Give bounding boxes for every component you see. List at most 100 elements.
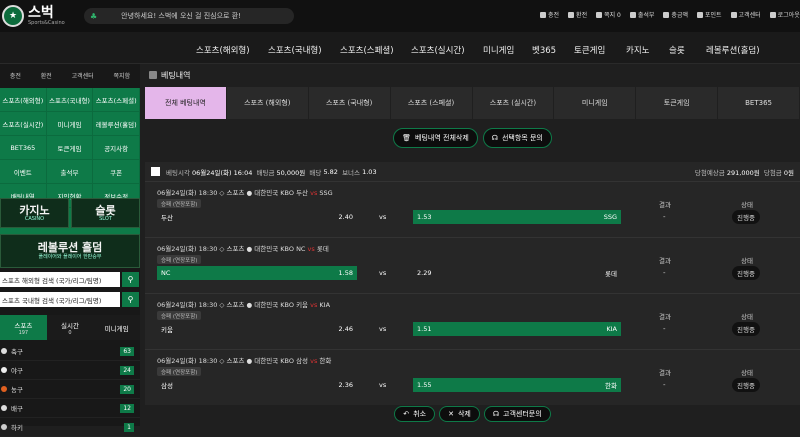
inquiry-button[interactable]: ☊ 선택항목 문의 [482,128,552,148]
side-support[interactable]: 고객센터 [72,71,94,80]
nav-minigame[interactable]: 미니게임 [483,44,514,56]
util-logout[interactable]: 로그아웃 [769,10,800,19]
slot-banner[interactable]: 슬롯 SLOT [71,198,140,228]
away-odds[interactable]: 2.29 롯데 [413,266,621,280]
away-odds[interactable]: 1.55 한화 [413,378,621,392]
tab-sports[interactable]: 스포츠 197 [0,315,47,340]
side-charge[interactable]: 충전 [10,71,21,80]
support-inquiry-button[interactable]: ☊ 고객센터문의 [483,406,551,422]
home-odds[interactable]: NC 1.58 [157,266,357,280]
sport-soccer[interactable]: 축구 63 [0,342,140,361]
exchange-icon [568,11,575,18]
home-odds[interactable]: 키움 2.46 [157,322,357,336]
tab-sports-special[interactable]: 스포츠 (스페셜) [390,87,473,119]
nav-token[interactable]: 토큰게임 [574,44,605,56]
select-checkbox[interactable] [151,167,160,176]
tab-sports-live[interactable]: 스포츠 (실시간) [472,87,555,119]
util-support[interactable]: 고객센터 [730,10,761,19]
side-menu-item[interactable]: 미니게임 [46,112,94,136]
soccer-icon [1,348,7,354]
side-menu-item[interactable]: 레볼루션(홀덤) [93,112,140,136]
bet-game-row: 06월24일(화) 18:30 ◇ 스포츠 ● 대한민국 KBO 키움 vs K… [145,295,800,350]
bet-slip: 베팅시각 06월24일(화) 16:04 배팅금 50,000원 배당 5.82… [145,162,800,405]
tab-token[interactable]: 토큰게임 [636,87,719,119]
delete-button[interactable]: ✕ 삭제 [439,406,480,422]
tab-sports-domestic[interactable]: 스포츠 (국내형) [308,87,391,119]
nav-sports-intl[interactable]: 스포츠(해외형) [196,44,250,56]
home-odds[interactable]: 삼성 2.36 [157,378,357,392]
search-domestic-input[interactable]: 스포츠 국내형 검색 (국가/리그/팀명) [0,292,120,307]
user-icon [730,11,737,18]
side-menu-item[interactable]: 스포츠(국내형) [46,88,94,112]
nav-casino[interactable]: 카지노 [626,44,649,56]
side-menu-item[interactable]: 스포츠(실시간) [0,112,47,136]
draw-vs: vs [379,213,387,221]
side-menu-item[interactable]: 공지사항 [93,136,140,160]
search-intl-input[interactable]: 스포츠 해외형 검색 (국가/리그/팀명) [0,272,120,287]
util-message[interactable]: 쪽지 0 [596,10,621,19]
tab-all[interactable]: 전체 베팅내역 [145,87,227,119]
side-menu-item[interactable]: 토큰게임 [46,136,94,160]
close-icon: ✕ [448,410,454,418]
sport-basketball[interactable]: 농구 20 [0,380,140,399]
nav-sports-live[interactable]: 스포츠(실시간) [411,44,465,56]
notice-bar: ♣ 안녕하세요! 스벅에 오신 걸 진심으로 환! [84,8,294,24]
side-menu-item[interactable]: BET365 [0,136,47,160]
brand-sub: Sports&Casino [28,20,65,26]
util-exchange[interactable]: 환전 [568,10,587,19]
basketball-icon [1,386,7,392]
nav-bet365[interactable]: 벳365 [532,44,556,56]
side-util: 충전 환전 고객센터 쪽지함 [0,64,140,86]
calendar-icon [629,11,636,18]
brand-name: 스벅 [28,5,54,21]
result-value: - [663,213,666,221]
util-charge[interactable]: 충전 [540,10,559,19]
tab-bet365[interactable]: BET365 [718,87,800,119]
sport-volleyball[interactable]: 배구 12 [0,399,140,418]
util-point[interactable]: 포인트 [696,10,722,19]
side-menu-item[interactable]: 스포츠(해외형) [0,88,47,112]
delete-all-button[interactable]: 🗑 베팅내역 전체삭제 [393,128,478,148]
tab-sports-intl[interactable]: 스포츠 (해외형) [226,87,309,119]
sport-hockey[interactable]: 하키 1 [0,418,140,437]
odds-row: NC 1.58 vs 2.29 롯데 [157,266,617,280]
home-odds[interactable]: 두산 2.40 [157,210,357,224]
cancel-button[interactable]: ↶ 취소 [394,406,436,422]
draw-vs: vs [379,381,387,389]
tab-minigame[interactable]: 미니게임 [554,87,637,119]
side-exchange[interactable]: 환전 [41,71,52,80]
charge-icon [540,11,546,18]
bet-history-tabs: 전체 베팅내역 스포츠 (해외형) 스포츠 (국내형) 스포츠 (스페셜) 스포… [145,87,800,119]
side-menu-item[interactable]: 쿠폰 [93,160,140,184]
logout-icon [769,11,776,18]
sport-baseball[interactable]: 야구 24 [0,361,140,380]
odds-row: 삼성 2.36 vs 1.55 한화 [157,378,621,392]
revolution-banner[interactable]: 레볼루션 홀덤 플레이어와 플레이어 한판승부 [0,234,140,268]
brand-logo[interactable]: ★ 스벅 Sports&Casino [0,2,70,30]
util-attendance[interactable]: 출석부 [629,10,654,19]
side-menu-item[interactable]: 스포츠(스페셜) [93,88,140,112]
nav-revolution[interactable]: 레볼루션(홀덤) [706,44,760,56]
result-value: - [663,269,666,277]
nav-sports-domestic[interactable]: 스포츠(국내형) [268,44,322,56]
side-inbox[interactable]: 쪽지함 [114,71,131,80]
side-menu-item[interactable]: 이벤트 [0,160,47,184]
nav-sports-special[interactable]: 스포츠(스페셜) [340,44,394,56]
brand-emblem-icon: ★ [2,5,24,27]
wallet-icon [663,11,670,18]
casino-banner[interactable]: 카지노 CASINO [0,198,69,228]
tab-minigame[interactable]: 미니게임 [93,315,141,340]
away-odds[interactable]: 1.53 SSG [413,210,621,224]
search-icon[interactable]: ⚲ [122,292,139,307]
nav-slot[interactable]: 슬롯 [669,44,685,56]
away-odds[interactable]: 1.51 KIA [413,322,621,336]
search-icon[interactable]: ⚲ [122,272,139,287]
util-amount[interactable]: 충금액 [663,10,688,19]
util-menu: 충전 환전 쪽지 0 출석부 충금액 포인트 고객센터 로그아웃 [540,10,800,19]
game-info: 06월24일(화) 18:30 ◇ 스포츠 ● 대한민국 KBO 두산 vs S… [157,189,333,197]
bet-header: 베팅시각 06월24일(화) 16:04 배팅금 50,000원 배당 5.82… [145,162,800,182]
market-badge: 승패 (연장포함) [157,255,202,264]
tab-live[interactable]: 실시간 0 [46,315,94,340]
side-menu-item[interactable]: 출석부 [46,160,94,184]
status-badge: 진행중 [732,210,760,224]
